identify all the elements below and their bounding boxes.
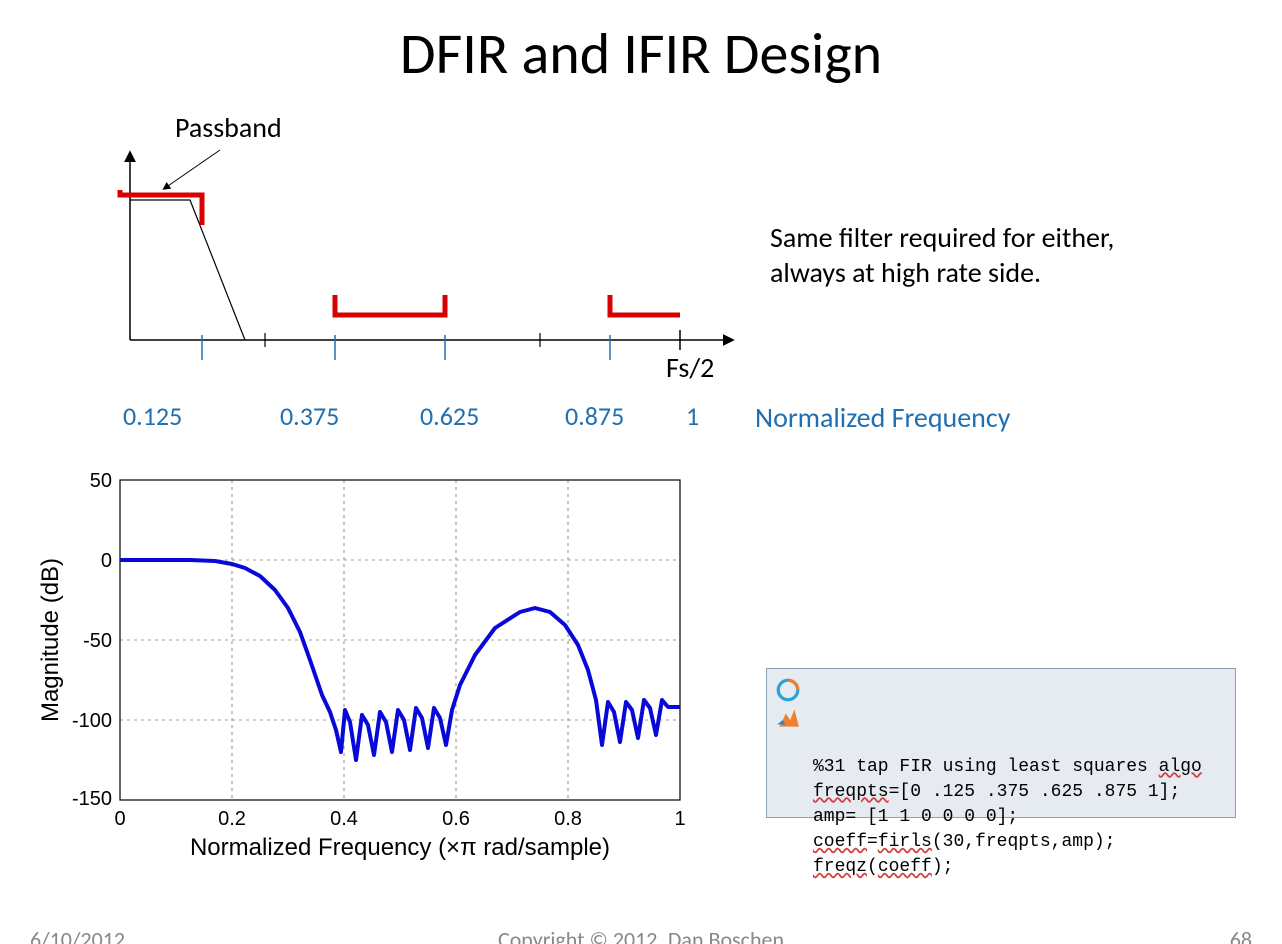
code-line-4: coeff=firls(30,freqpts,amp); (813, 832, 1115, 852)
note-line-1: Same filter required for either, (770, 220, 1114, 255)
slide: DFIR and IFIR Design Passband Fs/2 (0, 0, 1282, 944)
xtick-0p625: 0.625 (420, 400, 479, 432)
page-title: DFIR and IFIR Design (0, 18, 1282, 89)
footer-page-number: 68 (1230, 926, 1252, 944)
xtick-0p125: 0.125 (123, 400, 182, 432)
svg-text:0.8: 0.8 (554, 808, 582, 830)
svg-text:Magnitude (dB): Magnitude (dB) (37, 558, 64, 722)
xtick-0p875: 0.875 (565, 400, 624, 432)
matlab-icon (775, 705, 801, 731)
footer-copyright: Copyright © 2012, Dan Boschen (0, 926, 1282, 944)
code-line-3: amp= [1 1 0 0 0 0]; (813, 807, 1018, 827)
code-panel: %31 tap FIR using least squares algo fre… (766, 668, 1236, 818)
side-note: Same filter required for either, always … (770, 220, 1250, 290)
svg-text:Normalized Frequency (×π rad/: Normalized Frequency (×π rad/sample) (190, 834, 610, 860)
svg-text:0: 0 (101, 550, 112, 572)
svg-text:-150: -150 (72, 788, 112, 810)
code-line-1: %31 tap FIR using least squares algo (813, 757, 1202, 777)
octave-icon (775, 677, 801, 703)
xtick-1: 1 (686, 400, 699, 432)
x-axis-caption: Normalized Frequency (755, 400, 1010, 435)
svg-text:0.4: 0.4 (330, 808, 358, 830)
code-line-5: freqz(coeff); (813, 857, 953, 877)
fs2-label: Fs/2 (666, 350, 714, 385)
magnitude-plot: 50 0 -50 -100 -150 0 0.2 0.4 0.6 0.8 1 N… (30, 460, 710, 860)
svg-text:-50: -50 (83, 630, 112, 652)
mask-diagram (90, 140, 740, 360)
svg-text:0.6: 0.6 (442, 808, 470, 830)
xtick-0p375: 0.375 (280, 400, 339, 432)
svg-text:50: 50 (90, 470, 112, 492)
svg-text:0: 0 (114, 808, 125, 830)
svg-text:0.2: 0.2 (218, 808, 246, 830)
svg-text:1: 1 (674, 808, 685, 830)
svg-text:-100: -100 (72, 710, 112, 732)
code-line-2: freqpts=[0 .125 .375 .625 .875 1]; (813, 782, 1180, 802)
note-line-2: always at high rate side. (770, 255, 1041, 290)
